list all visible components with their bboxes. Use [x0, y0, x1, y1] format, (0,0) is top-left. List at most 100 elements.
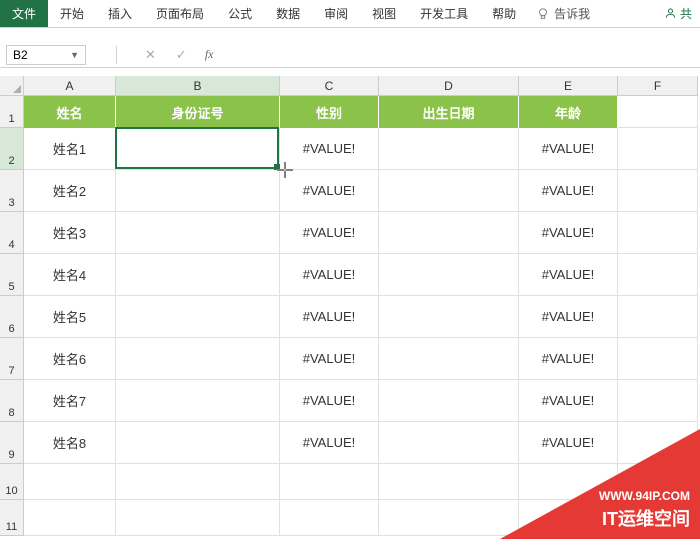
formula-input[interactable] — [221, 45, 700, 65]
header-name[interactable]: 姓名 — [24, 96, 116, 128]
cell[interactable] — [116, 212, 280, 254]
cell[interactable]: #VALUE! — [280, 338, 379, 380]
cell[interactable]: 姓名2 — [24, 170, 116, 212]
header-row: 姓名 身份证号 性别 出生日期 年龄 — [24, 96, 700, 128]
confirm-icon[interactable]: ✓ — [166, 47, 197, 63]
row-header-3[interactable]: 3 — [0, 170, 24, 212]
header-age[interactable]: 年龄 — [519, 96, 618, 128]
name-box[interactable]: B2 ▼ — [6, 45, 86, 65]
row-header-6[interactable]: 6 — [0, 296, 24, 338]
cell[interactable] — [116, 296, 280, 338]
cell[interactable] — [24, 500, 116, 536]
cell[interactable] — [618, 96, 698, 128]
tab-home[interactable]: 开始 — [48, 0, 96, 27]
tab-dev[interactable]: 开发工具 — [408, 0, 480, 27]
cell[interactable]: #VALUE! — [519, 170, 618, 212]
cell[interactable] — [379, 422, 519, 464]
cell[interactable] — [618, 254, 698, 296]
tab-data[interactable]: 数据 — [264, 0, 312, 27]
cell[interactable]: #VALUE! — [519, 380, 618, 422]
cell[interactable]: #VALUE! — [280, 170, 379, 212]
tab-review[interactable]: 审阅 — [312, 0, 360, 27]
cell[interactable] — [618, 296, 698, 338]
cell[interactable]: #VALUE! — [280, 296, 379, 338]
watermark-title: IT运维空间 — [599, 505, 690, 531]
tab-help[interactable]: 帮助 — [480, 0, 528, 27]
cell[interactable] — [116, 500, 280, 536]
col-header-C[interactable]: C — [280, 76, 379, 96]
cell[interactable]: #VALUE! — [519, 254, 618, 296]
col-header-A[interactable]: A — [24, 76, 116, 96]
cell[interactable]: 姓名6 — [24, 338, 116, 380]
cell[interactable] — [116, 128, 280, 170]
cell[interactable]: 姓名1 — [24, 128, 116, 170]
row-header-11[interactable]: 11 — [0, 500, 24, 536]
cell[interactable] — [24, 464, 116, 500]
header-dob[interactable]: 出生日期 — [379, 96, 519, 128]
cell[interactable] — [116, 380, 280, 422]
col-header-B[interactable]: B — [116, 76, 280, 96]
cancel-icon[interactable]: ✕ — [135, 47, 166, 63]
header-gender[interactable]: 性别 — [280, 96, 379, 128]
cell[interactable] — [116, 338, 280, 380]
cell[interactable] — [379, 380, 519, 422]
tab-file[interactable]: 文件 — [0, 0, 48, 27]
cell[interactable] — [618, 170, 698, 212]
select-all-corner[interactable] — [0, 76, 24, 96]
row-header-2[interactable]: 2 — [0, 128, 24, 170]
share-button[interactable]: 共 — [664, 5, 700, 22]
col-header-E[interactable]: E — [519, 76, 618, 96]
tab-insert[interactable]: 插入 — [96, 0, 144, 27]
cell[interactable]: #VALUE! — [519, 212, 618, 254]
cell[interactable] — [379, 170, 519, 212]
cell[interactable] — [280, 500, 379, 536]
tell-me[interactable]: 告诉我 — [536, 5, 590, 22]
table-row: 姓名6 #VALUE! #VALUE! — [24, 338, 700, 380]
header-id[interactable]: 身份证号 — [116, 96, 280, 128]
row-header-7[interactable]: 7 — [0, 338, 24, 380]
cell[interactable]: #VALUE! — [280, 254, 379, 296]
cell[interactable]: #VALUE! — [519, 128, 618, 170]
cell[interactable] — [379, 338, 519, 380]
cell[interactable] — [379, 254, 519, 296]
cell[interactable] — [116, 254, 280, 296]
cell[interactable] — [618, 338, 698, 380]
cell[interactable]: #VALUE! — [519, 338, 618, 380]
cell[interactable] — [116, 422, 280, 464]
cell[interactable]: #VALUE! — [280, 380, 379, 422]
row-header-5[interactable]: 5 — [0, 254, 24, 296]
cell[interactable]: 姓名5 — [24, 296, 116, 338]
cell[interactable] — [280, 464, 379, 500]
cell[interactable]: 姓名4 — [24, 254, 116, 296]
tab-layout[interactable]: 页面布局 — [144, 0, 216, 27]
cell[interactable]: 姓名3 — [24, 212, 116, 254]
cell[interactable] — [618, 212, 698, 254]
row-header-1[interactable]: 1 — [0, 96, 24, 128]
tab-view[interactable]: 视图 — [360, 0, 408, 27]
cell[interactable]: 姓名7 — [24, 380, 116, 422]
cell[interactable] — [379, 296, 519, 338]
cell[interactable]: #VALUE! — [280, 212, 379, 254]
cell[interactable]: #VALUE! — [519, 296, 618, 338]
cell[interactable] — [379, 464, 519, 500]
fx-icon[interactable]: fx — [197, 47, 222, 62]
cell[interactable]: #VALUE! — [280, 422, 379, 464]
cell[interactable]: #VALUE! — [280, 128, 379, 170]
row-header-9[interactable]: 9 — [0, 422, 24, 464]
cell[interactable] — [379, 212, 519, 254]
cell[interactable] — [116, 170, 280, 212]
formula-bar: B2 ▼ ✕ ✓ fx — [0, 42, 700, 68]
table-row: 姓名2 #VALUE! #VALUE! — [24, 170, 700, 212]
col-header-F[interactable]: F — [618, 76, 698, 96]
cell[interactable]: 姓名8 — [24, 422, 116, 464]
cell[interactable] — [618, 380, 698, 422]
cell[interactable] — [116, 464, 280, 500]
tab-formula[interactable]: 公式 — [216, 0, 264, 27]
cell[interactable] — [379, 500, 519, 536]
col-header-D[interactable]: D — [379, 76, 519, 96]
row-header-8[interactable]: 8 — [0, 380, 24, 422]
row-header-10[interactable]: 10 — [0, 464, 24, 500]
row-header-4[interactable]: 4 — [0, 212, 24, 254]
cell[interactable] — [618, 128, 698, 170]
cell[interactable] — [379, 128, 519, 170]
